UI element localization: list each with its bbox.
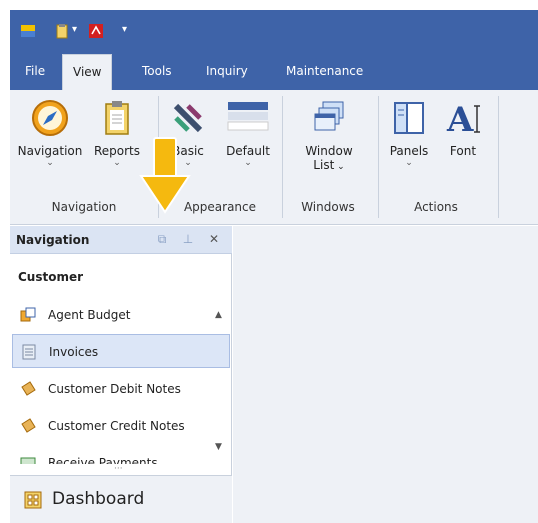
invoice-icon — [22, 344, 36, 360]
chevron-down-icon: ⌄ — [405, 158, 413, 168]
customize-quick-access-icon[interactable]: ▾ — [122, 24, 127, 35]
dashboard-button[interactable]: Dashboard — [10, 475, 232, 523]
font-icon: A — [446, 100, 480, 138]
default-theme-button[interactable]: Default ⌄ — [220, 98, 276, 168]
pdf-icon[interactable] — [88, 23, 104, 39]
nav-item-customer-credit-notes[interactable]: Customer Credit Notes — [12, 409, 230, 443]
main-content-area — [233, 226, 538, 523]
compass-icon — [32, 100, 68, 136]
clipboard-icon[interactable] — [54, 23, 70, 39]
window-list-button[interactable]: Window List ⌄ — [290, 98, 368, 172]
navigation-button[interactable]: Navigation ⌄ — [14, 98, 86, 168]
section-title: Customer — [18, 270, 84, 284]
credit-note-icon — [21, 418, 36, 433]
chevron-down-icon[interactable]: ▾ — [72, 24, 77, 35]
basic-theme-icon — [173, 103, 203, 133]
nav-item-agent-budget[interactable]: Agent Budget — [12, 298, 230, 332]
tab-maintenance[interactable]: Maintenance — [276, 52, 373, 90]
reports-clipboard-icon — [105, 101, 129, 135]
panels-icon — [394, 102, 424, 134]
ribbon-tab-bar: File View Tools Inquiry Maintenance — [10, 52, 538, 90]
close-icon[interactable]: ✕ — [206, 231, 222, 247]
group-separator — [378, 96, 379, 218]
group-label-actions: Actions — [414, 200, 458, 214]
svg-text:A: A — [446, 100, 474, 138]
app-icon[interactable] — [20, 23, 36, 39]
float-pane-icon[interactable]: ⧉ — [154, 231, 170, 247]
chevron-down-icon: ⌄ — [244, 158, 252, 168]
navigation-pane-header: Navigation ⧉ ⊥ ✕ — [10, 226, 232, 254]
font-button[interactable]: A Font — [438, 98, 488, 158]
scroll-up-icon[interactable]: ▲ — [215, 310, 222, 320]
pin-icon[interactable]: ⊥ — [180, 231, 196, 247]
budget-icon — [20, 307, 36, 322]
ribbon-panel: Navigation ⌄ Reports ⌄ Basic ⌄ Default ⌄… — [10, 90, 538, 225]
navigation-pane-title: Navigation — [16, 233, 90, 247]
dashboard-icon — [24, 491, 42, 509]
group-separator — [498, 96, 499, 218]
arrow-down-icon — [139, 137, 191, 214]
default-theme-icon — [227, 102, 269, 131]
group-label-windows: Windows — [301, 200, 355, 214]
debit-note-icon — [21, 381, 36, 396]
panels-button[interactable]: Panels ⌄ — [384, 98, 434, 168]
tab-view[interactable]: View — [62, 54, 113, 90]
title-bar: ▾ ▾ — [10, 10, 538, 52]
group-separator — [282, 96, 283, 218]
group-label-appearance: Appearance — [183, 200, 257, 214]
tab-file[interactable]: File — [15, 52, 55, 90]
window-list-icon — [314, 101, 344, 131]
nav-item-invoices[interactable]: Invoices — [12, 334, 230, 368]
navigation-pane: Navigation ⧉ ⊥ ✕ Customer Agent Budget ▲… — [10, 226, 232, 523]
nav-item-receive-payments[interactable]: Receive Payments — [12, 446, 230, 464]
tab-inquiry[interactable]: Inquiry — [196, 52, 258, 90]
tab-tools[interactable]: Tools — [132, 52, 182, 90]
splitter-grip[interactable]: ··· — [114, 464, 123, 474]
group-label-navigation: Navigation — [51, 200, 117, 214]
nav-item-customer-debit-notes[interactable]: Customer Debit Notes — [12, 372, 230, 406]
payment-icon — [20, 457, 36, 464]
chevron-down-icon: ⌄ — [46, 158, 54, 168]
